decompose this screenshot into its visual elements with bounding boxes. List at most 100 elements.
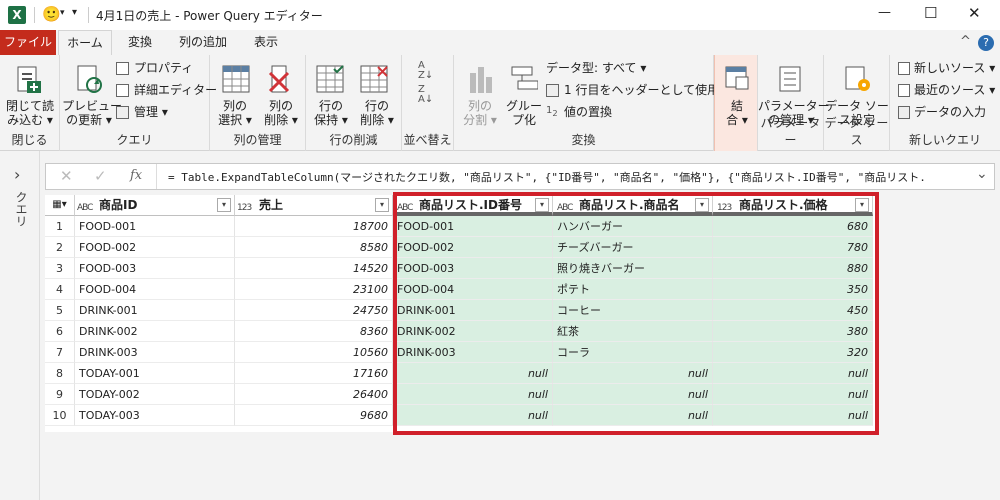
cell-sales[interactable]: 24750 xyxy=(235,300,393,321)
cell-sales[interactable]: 26400 xyxy=(235,384,393,405)
sort-ascending-icon[interactable]: A Z↓ xyxy=(418,61,433,81)
type-text-icon[interactable]: ABC xyxy=(557,198,574,218)
tab-home[interactable]: ホーム xyxy=(58,30,112,55)
qat-customize-icon[interactable]: ▾ xyxy=(72,7,77,18)
cell-list-id[interactable]: FOOD-001 xyxy=(393,216,553,237)
confirm-formula-icon[interactable]: ✓ xyxy=(94,167,107,185)
close-button[interactable]: ✕ xyxy=(968,4,981,22)
tab-file[interactable]: ファイル xyxy=(0,30,56,55)
minimize-button[interactable]: — xyxy=(878,5,891,20)
cell-list-price[interactable]: null xyxy=(713,363,873,384)
cell-product-id[interactable]: FOOD-002 xyxy=(75,237,235,258)
cell-list-price[interactable]: 450 xyxy=(713,300,873,321)
column-header-list-id[interactable]: ABC 商品リスト.ID番号 ▾ xyxy=(393,195,553,216)
collapse-ribbon-icon[interactable]: ^ xyxy=(960,34,971,49)
cell-sales[interactable]: 10560 xyxy=(235,342,393,363)
properties-button[interactable]: プロパティ xyxy=(134,60,193,76)
group-by-button[interactable]: グルー プ化 xyxy=(504,99,544,127)
remove-rows-button[interactable]: 行の 削除 ▾ xyxy=(354,99,400,127)
cell-list-price[interactable]: 880 xyxy=(713,258,873,279)
column-header-list-name[interactable]: ABC 商品リスト.商品名 ▾ xyxy=(553,195,713,216)
sort-descending-icon[interactable]: Z A↓ xyxy=(418,85,433,105)
cell-list-name[interactable]: null xyxy=(553,405,713,426)
cell-list-price[interactable]: 680 xyxy=(713,216,873,237)
cell-product-id[interactable]: TODAY-003 xyxy=(75,405,235,426)
cell-list-name[interactable]: 紅茶 xyxy=(553,321,713,342)
cell-product-id[interactable]: DRINK-001 xyxy=(75,300,235,321)
cell-list-name[interactable]: コーラ xyxy=(553,342,713,363)
column-filter-button[interactable]: ▾ xyxy=(217,198,231,212)
cell-list-id[interactable]: null xyxy=(393,405,553,426)
cell-sales[interactable]: 18700 xyxy=(235,216,393,237)
type-text-icon[interactable]: ABC xyxy=(77,198,94,218)
cell-sales[interactable]: 23100 xyxy=(235,279,393,300)
tab-view[interactable]: 表示 xyxy=(244,30,288,55)
formula-input[interactable]: = Table.ExpandTableColumn(マージされたクエリ数, "商… xyxy=(168,169,968,185)
cell-list-id[interactable]: null xyxy=(393,384,553,405)
queries-pane[interactable]: › クエリ xyxy=(0,151,40,500)
type-number-icon[interactable]: 123 xyxy=(717,198,732,218)
cancel-formula-icon[interactable]: ✕ xyxy=(60,167,73,185)
cell-list-id[interactable]: FOOD-003 xyxy=(393,258,553,279)
cell-product-id[interactable]: FOOD-001 xyxy=(75,216,235,237)
column-filter-button[interactable]: ▾ xyxy=(535,198,549,212)
row-number[interactable]: 4 xyxy=(45,279,75,300)
cell-list-price[interactable]: 780 xyxy=(713,237,873,258)
cell-list-id[interactable]: null xyxy=(393,363,553,384)
cell-list-price[interactable]: null xyxy=(713,384,873,405)
column-header-product-id[interactable]: ABC 商品ID ▾ xyxy=(75,195,235,216)
cell-product-id[interactable]: FOOD-004 xyxy=(75,279,235,300)
row-number[interactable]: 3 xyxy=(45,258,75,279)
cell-product-id[interactable]: FOOD-003 xyxy=(75,258,235,279)
row-number[interactable]: 1 xyxy=(45,216,75,237)
close-load-button[interactable]: 閉じて読 み込む ▾ xyxy=(2,99,58,127)
manage-button[interactable]: 管理 ▾ xyxy=(134,104,168,120)
tab-add-column[interactable]: 列の追加 xyxy=(168,30,238,55)
enter-data-button[interactable]: データの入力 xyxy=(914,104,986,120)
type-number-icon[interactable]: 123 xyxy=(237,198,252,218)
column-filter-button[interactable]: ▾ xyxy=(695,198,709,212)
use-first-row-header-button[interactable]: 1 行目をヘッダーとして使用 ▾ xyxy=(564,82,729,98)
column-header-sales[interactable]: 123 売上 ▾ xyxy=(235,195,393,216)
keep-rows-button[interactable]: 行の 保持 ▾ xyxy=(308,99,354,127)
cell-sales[interactable]: 9680 xyxy=(235,405,393,426)
remove-columns-button[interactable]: 列の 削除 ▾ xyxy=(258,99,304,127)
row-number[interactable]: 5 xyxy=(45,300,75,321)
cell-list-name[interactable]: コーヒー xyxy=(553,300,713,321)
cell-list-name[interactable]: チーズバーガー xyxy=(553,237,713,258)
new-source-button[interactable]: 新しいソース ▾ xyxy=(914,60,995,76)
maximize-button[interactable]: ☐ xyxy=(924,4,937,22)
tab-transform[interactable]: 変換 xyxy=(118,30,162,55)
row-number[interactable]: 10 xyxy=(45,405,75,426)
cell-list-price[interactable]: 380 xyxy=(713,321,873,342)
split-column-button[interactable]: 列の 分割 ▾ xyxy=(456,99,504,127)
column-filter-button[interactable]: ▾ xyxy=(855,198,869,212)
smiley-icon[interactable]: 🙂 xyxy=(42,5,61,23)
cell-list-id[interactable]: FOOD-004 xyxy=(393,279,553,300)
recent-sources-button[interactable]: 最近のソース ▾ xyxy=(914,82,995,98)
expand-formula-icon[interactable]: ⌄ xyxy=(976,166,988,182)
refresh-preview-button[interactable]: プレビュー の更新 ▾ xyxy=(62,99,122,127)
cell-list-id[interactable]: DRINK-002 xyxy=(393,321,553,342)
cell-list-name[interactable]: ハンバーガー xyxy=(553,216,713,237)
help-icon[interactable]: ? xyxy=(978,35,994,51)
choose-columns-button[interactable]: 列の 選択 ▾ xyxy=(212,99,258,127)
column-filter-button[interactable]: ▾ xyxy=(375,198,389,212)
cell-list-name[interactable]: 照り焼きバーガー xyxy=(553,258,713,279)
cell-sales[interactable]: 14520 xyxy=(235,258,393,279)
cell-product-id[interactable]: TODAY-002 xyxy=(75,384,235,405)
cell-product-id[interactable]: TODAY-001 xyxy=(75,363,235,384)
cell-list-name[interactable]: null xyxy=(553,384,713,405)
cell-sales[interactable]: 8580 xyxy=(235,237,393,258)
cell-sales[interactable]: 8360 xyxy=(235,321,393,342)
row-number[interactable]: 9 xyxy=(45,384,75,405)
row-number[interactable]: 8 xyxy=(45,363,75,384)
cell-list-price[interactable]: 320 xyxy=(713,342,873,363)
combine-button[interactable]: 結 合 ▾ xyxy=(717,99,757,127)
row-number[interactable]: 6 xyxy=(45,321,75,342)
table-corner-menu[interactable]: ▦▾ xyxy=(45,195,75,216)
cell-list-name[interactable]: null xyxy=(553,363,713,384)
qat-dropdown[interactable]: ▾ xyxy=(60,8,65,18)
advanced-editor-button[interactable]: 詳細エディター xyxy=(134,82,217,98)
row-number[interactable]: 2 xyxy=(45,237,75,258)
